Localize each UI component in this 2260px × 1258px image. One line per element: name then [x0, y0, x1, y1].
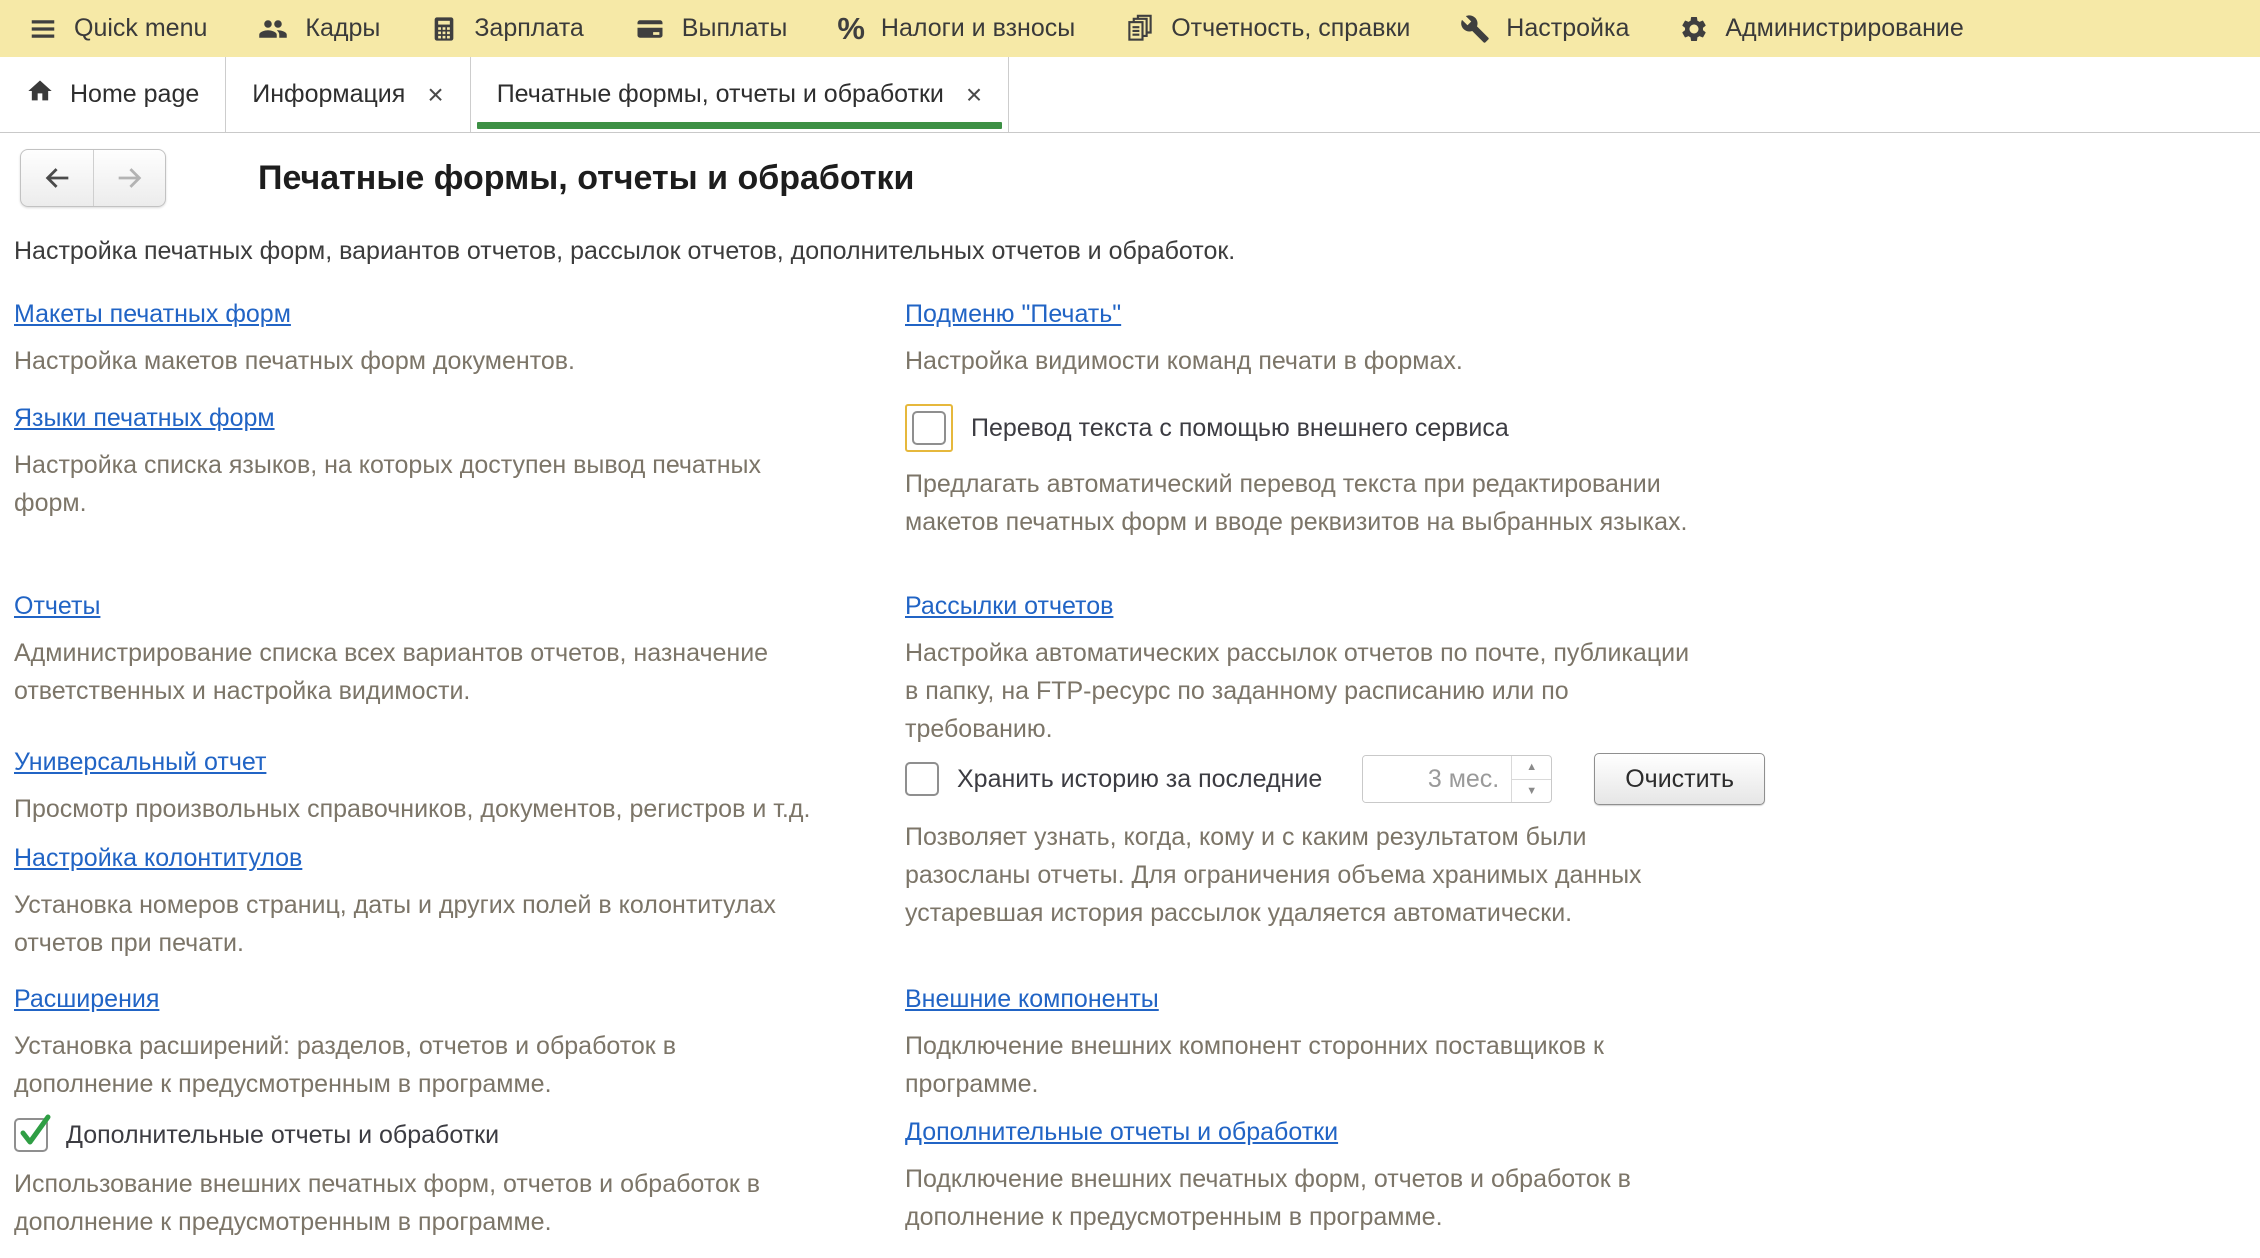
menu-item-label: Налоги и взносы: [881, 14, 1075, 43]
calculator-icon: [430, 14, 458, 44]
menu-item-label: Настройка: [1506, 14, 1629, 43]
history-period-input[interactable]: [1363, 756, 1511, 802]
translate-text-checkbox[interactable]: [912, 411, 946, 445]
section-description: Использование внешних печатных форм, отч…: [14, 1165, 814, 1241]
percent-icon: %: [837, 13, 865, 44]
wrench-icon: [1460, 14, 1490, 44]
tab-pechatnye-formy[interactable]: Печатные формы, отчеты и обработки ×: [471, 57, 1010, 132]
section-description: Настройка автоматических рассылок отчето…: [905, 634, 1705, 748]
section-description: Настройка списка языков, на которых дост…: [14, 446, 814, 522]
keep-history-checkbox[interactable]: [905, 762, 939, 796]
close-icon[interactable]: ×: [966, 81, 982, 109]
link-vneshnie-komponenty[interactable]: Внешние компоненты: [905, 985, 1159, 1014]
link-rassylki-otchetov[interactable]: Рассылки отчетов: [905, 592, 1113, 621]
check-icon: [18, 1111, 52, 1149]
documents-icon: [1125, 14, 1155, 44]
clear-history-button[interactable]: Очистить: [1594, 753, 1765, 805]
section-description: Установка номеров страниц, даты и других…: [14, 886, 814, 962]
section-rassylki-otchetov: Рассылки отчетов Настройка автоматически…: [905, 592, 2260, 748]
link-universalnyi-otchet[interactable]: Универсальный отчет: [14, 748, 266, 777]
section-description: Настройка видимости команд печати в форм…: [905, 342, 1705, 380]
menu-item-vyplaty[interactable]: Выплаты: [634, 14, 788, 44]
gear-icon: [1679, 14, 1709, 44]
app-window: Quick menu Кадры Зарплата Выплаты % Нало…: [0, 0, 2260, 1258]
spinner-down-icon[interactable]: ▼: [1512, 780, 1551, 803]
link-podmenu-pechat[interactable]: Подменю "Печать": [905, 300, 1121, 329]
menu-item-nastroika[interactable]: Настройка: [1460, 14, 1629, 44]
link-otchety[interactable]: Отчеты: [14, 592, 100, 621]
tab-label: Печатные формы, отчеты и обработки: [497, 80, 944, 109]
tab-informatsiya[interactable]: Информация ×: [226, 57, 470, 132]
section-description: Подключение внешних печатных форм, отчет…: [905, 1160, 1705, 1236]
tab-label: Информация: [252, 80, 405, 109]
section-rasshireniya: Расширения Установка расширений: раздело…: [14, 985, 905, 1118]
card-icon: [634, 14, 666, 44]
section-description: Просмотр произвольных справочников, доку…: [14, 790, 814, 828]
tab-label: Home page: [70, 80, 199, 109]
menu-item-label: Quick menu: [74, 14, 207, 43]
section-description: Настройка макетов печатных форм документ…: [14, 342, 814, 380]
history-period-control: ▲ ▼: [1362, 755, 1552, 803]
checkbox-label[interactable]: Перевод текста с помощью внешнего сервис…: [971, 414, 1509, 443]
menu-item-quick-menu[interactable]: Quick menu: [28, 14, 207, 44]
checkbox-label[interactable]: Дополнительные отчеты и обработки: [66, 1121, 499, 1150]
close-icon[interactable]: ×: [427, 81, 443, 109]
section-description: Подключение внешних компонент сторонних …: [905, 1027, 1705, 1103]
link-nastroika-kolontitulov[interactable]: Настройка колонтитулов: [14, 844, 302, 873]
menu-item-label: Отчетность, справки: [1171, 14, 1410, 43]
section-description: Предлагать автоматический перевод текста…: [905, 465, 1705, 541]
section-maket-pechatnyh-form: Макеты печатных форм Настройка макетов п…: [14, 300, 905, 404]
people-icon: [257, 14, 289, 44]
section-perevod-teksta: Перевод текста с помощью внешнего сервис…: [905, 404, 2260, 592]
menu-item-label: Выплаты: [682, 14, 788, 43]
history-nav-buttons: [20, 149, 166, 207]
section-description: Администрирование списка всех вариантов …: [14, 634, 814, 710]
section-otchety: Отчеты Администрирование списка всех вар…: [14, 592, 905, 748]
menu-item-otchetnost[interactable]: Отчетность, справки: [1125, 14, 1410, 44]
section-yazyki-pechatnyh-form: Языки печатных форм Настройка списка язы…: [14, 404, 905, 592]
hamburger-icon: [28, 14, 58, 44]
stepper: ▲ ▼: [1511, 756, 1551, 802]
section-dop-otchety-checkbox: Дополнительные отчеты и обработки Исполь…: [14, 1118, 905, 1241]
link-dopolnitelnye-otchety[interactable]: Дополнительные отчеты и обработки: [905, 1118, 1338, 1147]
menu-item-kadry[interactable]: Кадры: [257, 14, 380, 44]
left-cell: Универсальный отчет Просмотр произвольны…: [14, 748, 905, 985]
link-yazyki-pechatnyh-form[interactable]: Языки печатных форм: [14, 404, 275, 433]
spinner-up-icon[interactable]: ▲: [1512, 756, 1551, 780]
forward-button[interactable]: [93, 150, 165, 206]
section-hranit-istoriyu: Хранить историю за последние ▲ ▼ Очистит…: [905, 748, 2260, 985]
menu-item-zarplata[interactable]: Зарплата: [430, 14, 583, 44]
menu-item-administrirovanie[interactable]: Администрирование: [1679, 14, 1963, 44]
tab-home-page[interactable]: Home page: [0, 57, 226, 132]
additional-reports-checkbox[interactable]: [14, 1118, 48, 1152]
back-button[interactable]: [21, 150, 93, 206]
section-description: Позволяет узнать, когда, кому и с каким …: [905, 818, 1705, 932]
section-vneshnie-komponenty: Внешние компоненты Подключение внешних к…: [905, 985, 2260, 1118]
section-nastroika-kolontitulov: Настройка колонтитулов Установка номеров…: [14, 844, 905, 962]
page-subtitle: Настройка печатных форм, вариантов отчет…: [14, 237, 2260, 266]
menu-item-label: Зарплата: [474, 14, 583, 43]
menu-item-nalogi[interactable]: % Налоги и взносы: [837, 13, 1075, 44]
focus-ring: [905, 404, 953, 452]
menu-item-label: Кадры: [305, 14, 380, 43]
section-podmenu-pechat: Подменю "Печать" Настройка видимости ком…: [905, 300, 2260, 404]
home-icon: [26, 77, 54, 112]
section-universalnyi-otchet: Универсальный отчет Просмотр произвольны…: [14, 748, 905, 828]
section-description: Установка расширений: разделов, отчетов …: [14, 1027, 814, 1103]
section-dop-otchety-link: Дополнительные отчеты и обработки Подклю…: [905, 1118, 2260, 1241]
settings-columns: Макеты печатных форм Настройка макетов п…: [14, 300, 2260, 1241]
link-rasshireniya[interactable]: Расширения: [14, 985, 159, 1014]
page-header: Печатные формы, отчеты и обработки: [20, 149, 2260, 207]
tab-bar: Home page Информация × Печатные формы, о…: [0, 57, 2260, 133]
page-title: Печатные формы, отчеты и обработки: [258, 159, 914, 198]
link-makety-pechatnyh-form[interactable]: Макеты печатных форм: [14, 300, 291, 329]
top-menu-bar: Quick menu Кадры Зарплата Выплаты % Нало…: [0, 0, 2260, 57]
checkbox-label[interactable]: Хранить историю за последние: [957, 765, 1322, 794]
menu-item-label: Администрирование: [1725, 14, 1963, 43]
